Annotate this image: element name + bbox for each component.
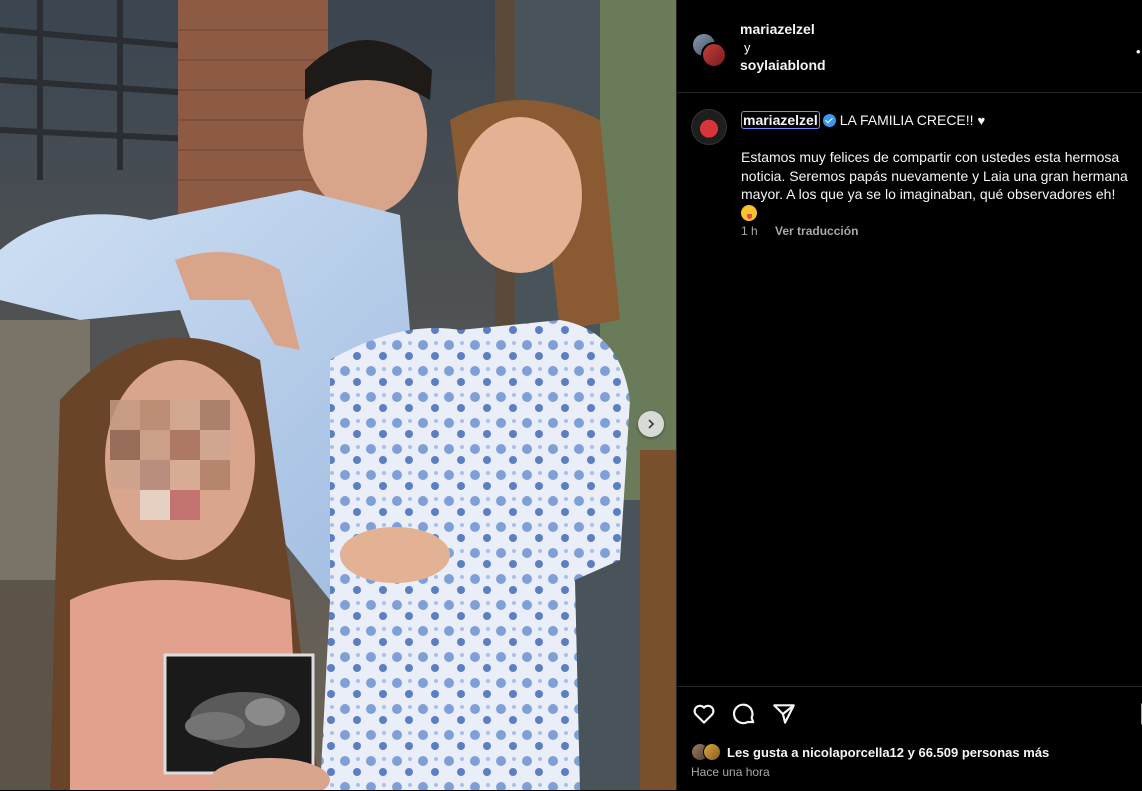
comment-bubble-icon[interactable] xyxy=(731,701,757,727)
header-username-2[interactable]: soylaiablond xyxy=(740,57,826,73)
collab-avatars[interactable] xyxy=(691,32,727,68)
heart-outline-icon[interactable] xyxy=(691,701,717,727)
post-header: mariazelzel y soylaiablond • xyxy=(677,0,1142,93)
paper-plane-icon[interactable] xyxy=(771,701,797,727)
next-photo-button[interactable] xyxy=(638,411,664,437)
more-dots-icon[interactable]: • xyxy=(1136,44,1141,59)
caption-meta: 1 h Ver traducción xyxy=(741,224,858,238)
bookmark-icon[interactable] xyxy=(1137,701,1142,727)
caption-text: Estamos muy felices de compartir con ust… xyxy=(741,148,1135,222)
chevron-right-icon xyxy=(648,419,655,429)
winking-tongue-emoji-icon xyxy=(741,204,757,221)
post-actions: Les gusta a nicolaporcella12 y 66.509 pe… xyxy=(677,686,1142,791)
instagram-post-viewer: mariazelzel y soylaiablond • mariazelzel… xyxy=(0,0,1142,790)
likes-summary[interactable]: Les gusta a nicolaporcella12 y 66.509 pe… xyxy=(691,743,1049,761)
heart-emoji: ♥ xyxy=(977,112,986,128)
avatar[interactable] xyxy=(691,109,727,145)
header-username-1[interactable]: mariazelzel xyxy=(740,21,815,37)
family-photo-illustration xyxy=(0,0,676,790)
caption-title: LA FAMILIA CRECE!! xyxy=(839,112,974,128)
verified-badge-icon xyxy=(822,113,836,127)
see-translation-link[interactable]: Ver traducción xyxy=(775,224,858,238)
caption-username[interactable]: mariazelzel xyxy=(741,111,820,129)
post-side-panel: mariazelzel y soylaiablond • mariazelzel… xyxy=(676,0,1142,790)
avatar xyxy=(703,743,721,761)
avatar xyxy=(701,42,727,68)
likes-text[interactable]: Les gusta a nicolaporcella12 y 66.509 pe… xyxy=(727,745,1049,760)
header-conjunction: y xyxy=(744,40,751,55)
caption-timestamp[interactable]: 1 h xyxy=(741,224,758,238)
post-timestamp: Hace una hora xyxy=(691,765,770,779)
post-photo[interactable] xyxy=(0,0,676,790)
caption-body: Estamos muy felices de compartir con ust… xyxy=(741,149,1128,202)
caption-header-line: mariazelzel LA FAMILIA CRECE!! ♥ xyxy=(741,111,985,129)
